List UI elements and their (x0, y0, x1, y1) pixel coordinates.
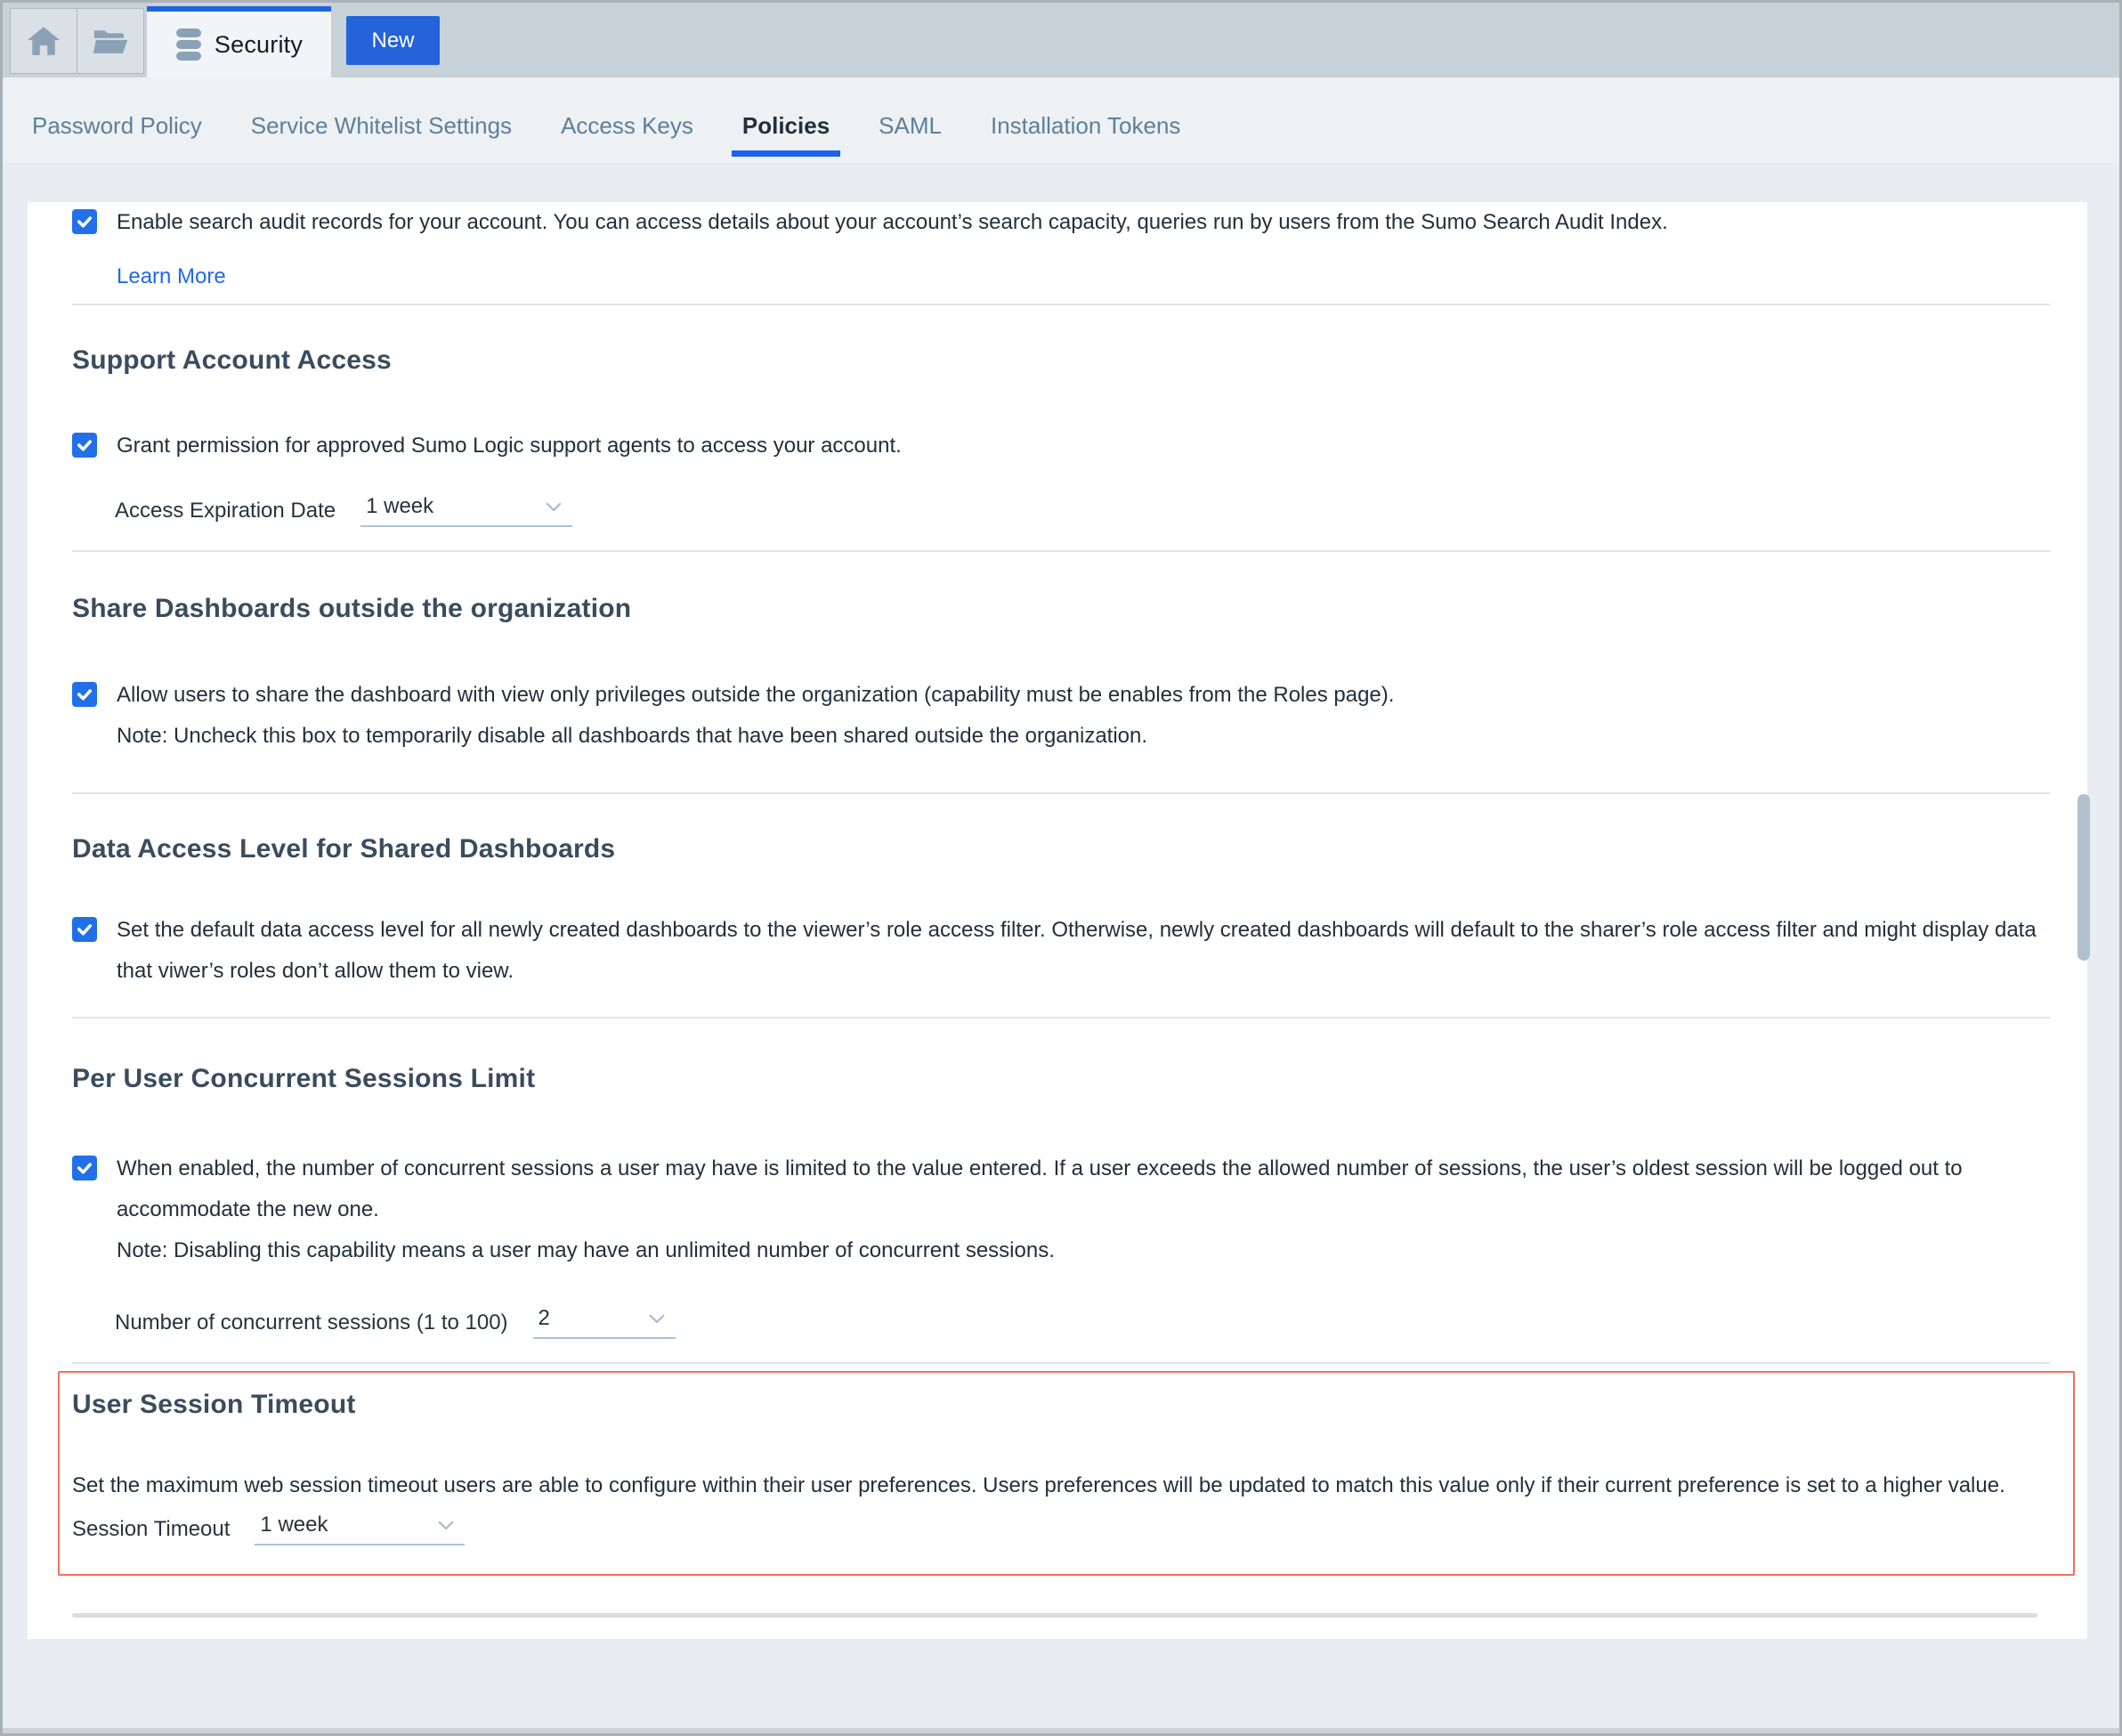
access-expiration-label: Access Expiration Date (115, 495, 336, 527)
bottom-divider (72, 1613, 2037, 1618)
section-title-data-access: Data Access Level for Shared Dashboards (72, 833, 2087, 865)
checkmark-icon (75, 1158, 94, 1178)
session-timeout-select[interactable]: 1 week (255, 1513, 465, 1545)
section-divider (72, 550, 2050, 552)
share-dashboards-note: Note: Uncheck this box to temporarily di… (117, 716, 1394, 757)
data-access-row: Set the default data access level for al… (72, 910, 2087, 992)
support-account-row: Grant permission for approved Sumo Logic… (72, 426, 2087, 466)
access-expiration-select[interactable]: 1 week (360, 495, 572, 527)
tab-saml[interactable]: SAML (879, 77, 942, 163)
section-divider (72, 1017, 2050, 1018)
tab-policies[interactable]: Policies (732, 77, 840, 157)
section-divider (72, 304, 2050, 305)
checkmark-icon (75, 685, 94, 704)
session-timeout-label: Session Timeout (72, 1513, 230, 1545)
share-dashboards-label: Allow users to share the dashboard with … (117, 675, 1394, 716)
share-dashboards-checkbox[interactable] (72, 682, 97, 707)
checkmark-icon (75, 212, 94, 231)
checkmark-icon (75, 435, 94, 455)
share-dashboards-row: Allow users to share the dashboard with … (72, 675, 2087, 757)
access-expiration-field: Access Expiration Date 1 week (115, 495, 2087, 527)
checkmark-icon (75, 920, 94, 939)
concurrent-sessions-count-label: Number of concurrent sessions (1 to 100) (115, 1307, 508, 1339)
support-account-checkbox[interactable] (72, 433, 97, 458)
tab-service-whitelist-settings[interactable]: Service Whitelist Settings (251, 77, 512, 163)
policies-content: Enable search audit records for your acc… (28, 202, 2087, 1639)
security-settings-window: Security New Password Policy Service Whi… (0, 0, 2122, 1736)
security-tab[interactable]: Security (147, 6, 331, 77)
concurrent-sessions-note: Note: Disabling this capability means a … (117, 1230, 2066, 1271)
section-divider (72, 1362, 2050, 1364)
section-title-support-account: Support Account Access (72, 345, 2087, 377)
folder-button[interactable] (77, 8, 144, 74)
section-divider (72, 792, 2050, 794)
section-title-concurrent-sessions: Per User Concurrent Sessions Limit (72, 1063, 2087, 1095)
section-title-session-timeout: User Session Timeout (72, 1389, 2061, 1421)
new-button[interactable]: New (346, 16, 440, 65)
chevron-down-icon (546, 502, 562, 512)
concurrent-sessions-checkbox[interactable] (72, 1156, 97, 1180)
chevron-down-icon (649, 1314, 665, 1324)
session-timeout-field: Session Timeout 1 week (72, 1513, 2061, 1545)
section-title-share-dashboards: Share Dashboards outside the organizatio… (72, 593, 2087, 625)
user-session-timeout-highlight: User Session Timeout Set the maximum web… (58, 1371, 2075, 1576)
window-bottom-edge (3, 1728, 2119, 1733)
tab-installation-tokens[interactable]: Installation Tokens (991, 77, 1180, 163)
concurrent-sessions-select[interactable]: 2 (533, 1307, 676, 1339)
data-access-label: Set the default data access level for al… (117, 910, 2066, 992)
support-account-label: Grant permission for approved Sumo Logic… (117, 426, 902, 466)
database-icon (175, 28, 202, 61)
home-button[interactable] (10, 8, 77, 74)
chevron-down-icon (438, 1521, 454, 1530)
settings-tab-nav: Password Policy Service Whitelist Settin… (3, 77, 2119, 163)
data-access-checkbox[interactable] (72, 917, 97, 942)
search-audit-label: Enable search audit records for your acc… (117, 202, 1668, 243)
concurrent-sessions-field: Number of concurrent sessions (1 to 100)… (115, 1307, 2087, 1339)
search-audit-row: Enable search audit records for your acc… (72, 202, 2087, 243)
home-icon (28, 27, 60, 55)
concurrent-sessions-row: When enabled, the number of concurrent s… (72, 1148, 2087, 1271)
tab-password-policy[interactable]: Password Policy (32, 77, 202, 163)
search-audit-checkbox[interactable] (72, 209, 97, 234)
learn-more-link[interactable]: Learn More (117, 264, 226, 289)
security-tab-label: Security (215, 31, 303, 59)
scrollbar-thumb[interactable] (2077, 794, 2090, 961)
window-top-bar: Security New (3, 3, 2119, 77)
session-timeout-description: Set the maximum web session timeout user… (72, 1465, 2044, 1506)
concurrent-sessions-label: When enabled, the number of concurrent s… (117, 1148, 2066, 1230)
tab-access-keys[interactable]: Access Keys (561, 77, 693, 163)
folder-icon (93, 28, 128, 54)
